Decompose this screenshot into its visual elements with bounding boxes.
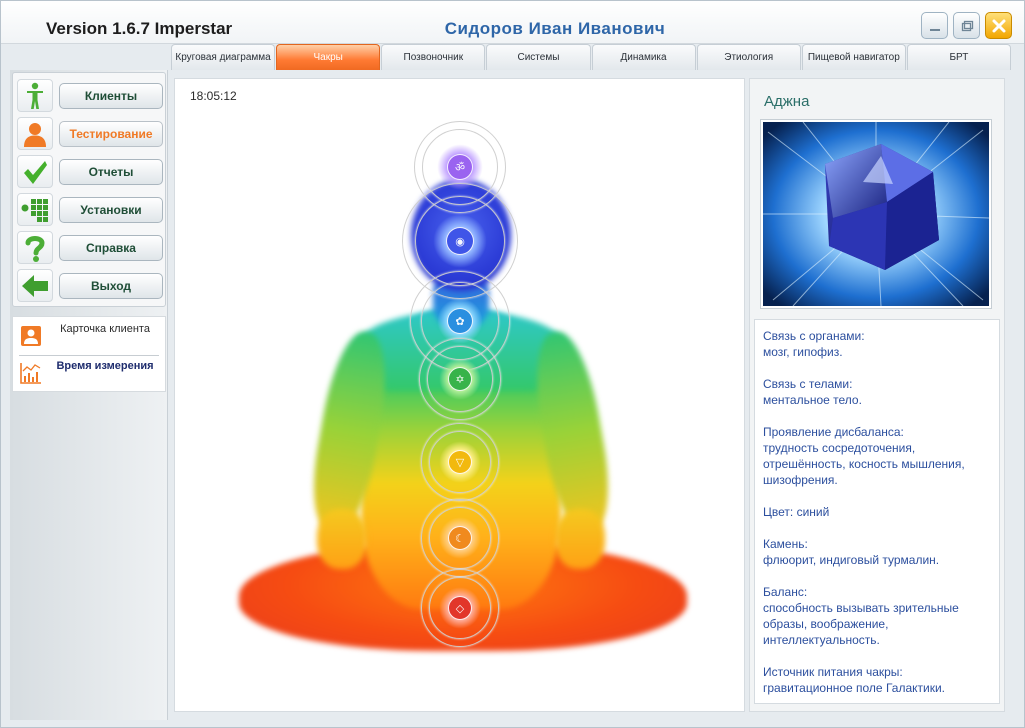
client-name: Сидоров Иван Иванович (444, 19, 666, 38)
sidebar: Клиенты Тестирование Отчеты Установки Сп… (10, 70, 168, 720)
help-button[interactable]: Справка (59, 235, 163, 261)
balance-title: Баланс: (763, 585, 808, 599)
nav-item-help[interactable]: Справка (15, 229, 165, 265)
main-navigation: Клиенты Тестирование Отчеты Установки Сп… (12, 72, 166, 307)
checkmark-icon (17, 155, 53, 188)
tab-chakras[interactable]: Чакры (276, 44, 381, 70)
client-card-icon (21, 326, 41, 346)
imbalance-section: Проявление дисбаланса: трудность сосредо… (763, 424, 991, 488)
exit-button[interactable]: Выход (59, 273, 163, 299)
person-figure-icon (17, 79, 53, 112)
chakra-title: Аджна (764, 93, 810, 110)
client-info-panel: Карточка клиента Время измерения (12, 316, 166, 392)
nav-item-clients[interactable]: Клиенты (15, 77, 165, 113)
color-title: Цвет: (763, 505, 794, 519)
balance-section: Баланс: способность вызывать зрительные … (763, 584, 991, 648)
restore-icon (961, 20, 973, 31)
measurement-chart-icon (20, 363, 41, 384)
organs-text: мозг, гипофиз. (763, 345, 843, 359)
stone-section: Камень: флюорит, индиговый турмалин. (763, 536, 991, 568)
nav-item-settings[interactable]: Установки (15, 191, 165, 227)
close-button[interactable] (985, 12, 1012, 39)
chakra-description: Связь с органами: мозг, гипофиз. Связь с… (754, 319, 1000, 704)
organs-title: Связь с органами: (763, 329, 865, 343)
close-icon (992, 19, 1005, 32)
client-card-item[interactable]: Карточка клиента (13, 319, 165, 356)
title-bar: Version 1.6.7 Imperstar Сидоров Иван Ива… (0, 0, 1025, 44)
tab-systems[interactable]: Системы (486, 44, 591, 70)
user-orange-icon (17, 117, 53, 150)
tab-dynamics[interactable]: Динамика (591, 44, 696, 70)
measurement-time-item[interactable]: Время измерения (13, 356, 165, 393)
testing-button[interactable]: Тестирование (59, 121, 163, 147)
tab-bar: Круговая диаграмма Чакры Позвоночник Сис… (171, 44, 1011, 70)
tab-circular-diagram[interactable]: Круговая диаграмма (171, 44, 276, 70)
energy-source-title: Источник питания чакры: (763, 665, 903, 679)
bodies-text: ментальное тело. (763, 393, 862, 407)
energy-source-section: Источник питания чакры: гравитационное п… (763, 664, 991, 696)
color-section: Цвет: синий (763, 504, 991, 520)
tab-spine[interactable]: Позвоночник (381, 44, 486, 70)
exit-arrow-icon (17, 269, 53, 302)
imbalance-title: Проявление дисбаланса: (763, 425, 904, 439)
bodies-section: Связь с телами: ментальное тело. (763, 376, 991, 408)
grid-settings-icon (17, 193, 53, 226)
reports-button[interactable]: Отчеты (59, 159, 163, 185)
nav-item-reports[interactable]: Отчеты (15, 153, 165, 189)
energy-source-text: гравитационное поле Галактики. (763, 681, 945, 695)
organs-section: Связь с органами: мозг, гипофиз. (763, 328, 991, 360)
tab-etiology[interactable]: Этиология (696, 44, 801, 70)
balance-text: способность вызывать зрительные образы, … (763, 601, 959, 647)
crystal-stone-image (760, 119, 992, 309)
tab-brt[interactable]: БРТ (906, 44, 1011, 70)
minimize-icon (929, 28, 940, 31)
chakra-view: 18:05:12 ॐ ◉ ✿ ✡ ▽ ☾ ◇ (174, 78, 745, 712)
client-card-label: Карточка клиента (60, 323, 150, 335)
clients-button[interactable]: Клиенты (59, 83, 163, 109)
stone-text: флюорит, индиговый турмалин. (763, 553, 940, 567)
restore-button[interactable] (953, 12, 980, 39)
minimize-button[interactable] (921, 12, 948, 39)
bodies-title: Связь с телами: (763, 377, 853, 391)
tab-food-navigator[interactable]: Пищевой навигатор (801, 44, 906, 70)
question-icon (17, 231, 53, 264)
measurement-time-label: Время измерения (56, 360, 154, 372)
nav-item-exit[interactable]: Выход (15, 267, 165, 303)
chakra-info-panel: Аджна Связь с органами: мозг, гипофиз. С… (749, 78, 1005, 712)
nav-item-testing[interactable]: Тестирование (15, 115, 165, 151)
imbalance-text: трудность сосредоточения, отрешённость, … (763, 441, 965, 487)
stone-title: Камень: (763, 537, 808, 551)
settings-button[interactable]: Установки (59, 197, 163, 223)
color-text: синий (796, 505, 830, 519)
